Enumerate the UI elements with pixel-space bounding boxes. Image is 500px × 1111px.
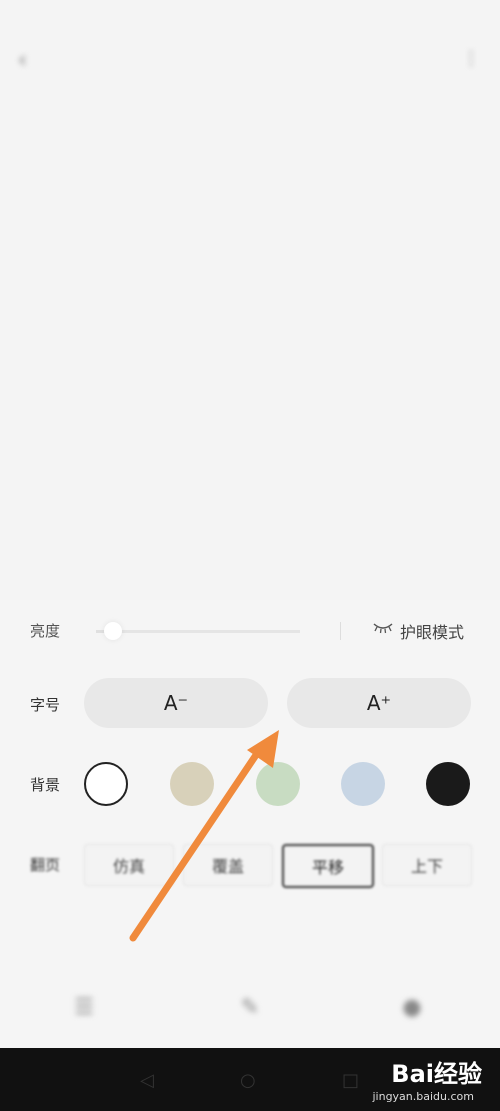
page-turn-label: 翻页	[30, 856, 61, 874]
reader-top-bar: ‹ ⋮	[0, 42, 500, 82]
extra-settings-row	[0, 930, 500, 970]
page-turn-row: 翻页 仿真 覆盖 平移 上下	[0, 840, 500, 890]
watermark-url: jingyan.baidu.com	[372, 1090, 474, 1103]
background-label: 背景	[30, 776, 61, 794]
recents-nav-icon[interactable]: □	[342, 1070, 359, 1091]
page-turn-option-slide[interactable]: 平移	[282, 844, 374, 888]
brightness-slider-thumb[interactable]	[104, 622, 122, 640]
back-icon[interactable]: ‹	[18, 48, 27, 73]
background-swatch-beige[interactable]	[170, 762, 214, 806]
background-swatch-black[interactable]	[426, 762, 470, 806]
background-swatch-blue[interactable]	[341, 762, 385, 806]
home-nav-icon[interactable]: ○	[240, 1070, 256, 1091]
page-turn-option-simulate[interactable]: 仿真	[84, 844, 174, 886]
brightness-row: 亮度 护眼模式	[0, 600, 500, 662]
brightness-slider[interactable]	[96, 622, 300, 640]
background-row: 背景	[0, 760, 500, 810]
more-icon[interactable]: ⋮	[462, 48, 480, 69]
font-increase-button[interactable]: A⁺	[287, 678, 471, 728]
closed-eye-icon[interactable]	[372, 621, 394, 635]
page-turn-option-cover[interactable]: 覆盖	[183, 844, 273, 886]
page-turn-option-vertical[interactable]: 上下	[382, 844, 472, 886]
eye-care-mode-label[interactable]: 护眼模式	[400, 619, 464, 643]
back-nav-icon[interactable]: ◁	[140, 1070, 154, 1091]
night-mode-icon[interactable]: ●	[392, 995, 432, 1020]
font-decrease-button[interactable]: A⁻	[84, 678, 268, 728]
edit-icon[interactable]: ✎	[230, 995, 270, 1020]
background-swatch-white[interactable]	[84, 762, 128, 806]
status-bar	[0, 0, 500, 36]
divider	[340, 622, 341, 640]
reader-content	[34, 100, 470, 130]
bottom-nav: ☰ ✎ ●	[0, 985, 500, 1045]
brightness-label: 亮度	[30, 622, 61, 640]
font-size-row: 字号 A⁻ A⁺	[0, 678, 500, 730]
catalog-icon[interactable]: ☰	[64, 995, 104, 1020]
background-swatch-green[interactable]	[256, 762, 300, 806]
font-size-label: 字号	[30, 696, 61, 714]
watermark-logo: Bai经验	[391, 1060, 482, 1088]
